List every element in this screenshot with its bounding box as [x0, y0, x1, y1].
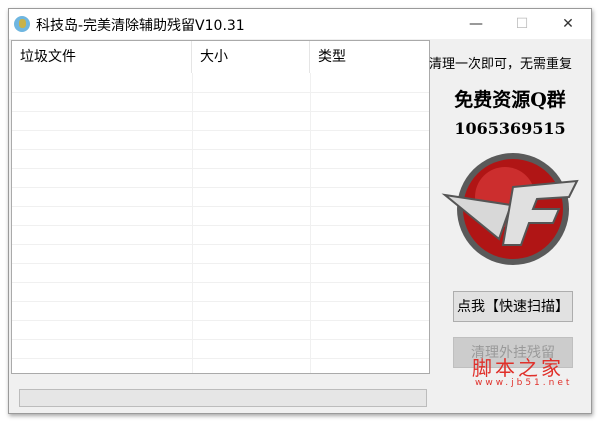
table-row — [12, 73, 429, 93]
column-header-type[interactable]: 类型 — [310, 41, 429, 73]
table-row — [12, 301, 429, 321]
table-row — [12, 320, 429, 340]
table-row — [12, 225, 429, 245]
junk-file-list[interactable]: 垃圾文件 大小 类型 — [11, 40, 430, 374]
table-row — [12, 263, 429, 283]
maximize-button[interactable]: ☐ — [499, 9, 545, 39]
table-row — [12, 130, 429, 150]
column-header-file[interactable]: 垃圾文件 — [12, 41, 192, 73]
column-divider — [310, 73, 311, 373]
minimize-button[interactable]: — — [453, 9, 499, 39]
table-row — [12, 282, 429, 302]
table-row — [12, 244, 429, 264]
watermark-url: www.jb51.net — [475, 378, 573, 388]
close-button[interactable]: ✕ — [545, 9, 591, 39]
app-icon — [14, 16, 30, 32]
progress-bar — [19, 389, 427, 407]
table-row — [12, 358, 429, 373]
title-bar: 科技岛-完美清除辅助残留V10.31 — ☐ ✕ — [9, 9, 591, 39]
table-row — [12, 168, 429, 188]
cf-logo — [441, 153, 579, 265]
table-row — [12, 339, 429, 359]
table-row — [12, 92, 429, 112]
table-row — [12, 111, 429, 131]
qq-group-number: 1065369515 — [454, 119, 566, 138]
slogan-text: 清理一次即可，无需重复 — [429, 57, 573, 72]
watermark-name: 脚本之家 — [472, 356, 564, 380]
table-row — [12, 149, 429, 169]
column-header-size[interactable]: 大小 — [192, 41, 310, 73]
column-divider — [192, 73, 193, 373]
table-row — [12, 206, 429, 226]
window-title: 科技岛-完美清除辅助残留V10.31 — [36, 18, 245, 34]
table-row — [12, 187, 429, 207]
quick-scan-button[interactable]: 点我【快速扫描】 — [453, 291, 573, 322]
promo-title: 免费资源Q群 — [454, 89, 566, 111]
